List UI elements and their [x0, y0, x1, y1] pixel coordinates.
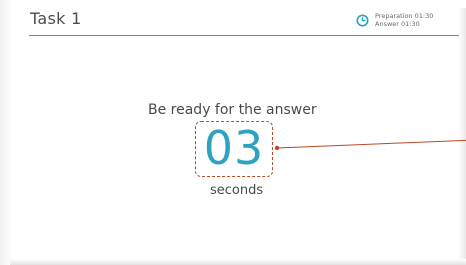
clock-icon — [356, 13, 369, 27]
ready-prompt: Be ready for the answer — [148, 102, 317, 118]
seconds-label: seconds — [210, 183, 264, 198]
task-window: Task 1 Preparation 01:30 Answer 01:30 Be… — [0, 0, 466, 265]
task-title: Task 1 — [30, 9, 82, 28]
timer-info: Preparation 01:30 Answer 01:30 — [356, 12, 433, 28]
window-bottom-edge — [10, 259, 466, 265]
window-right-edge — [458, 8, 466, 265]
countdown-number: 03 — [203, 121, 265, 175]
window-left-edge — [0, 0, 12, 265]
header-divider — [29, 35, 459, 36]
answer-time: Answer 01:30 — [375, 20, 420, 28]
preparation-time: Preparation 01:30 — [375, 12, 434, 20]
callout-connector — [274, 139, 466, 151]
